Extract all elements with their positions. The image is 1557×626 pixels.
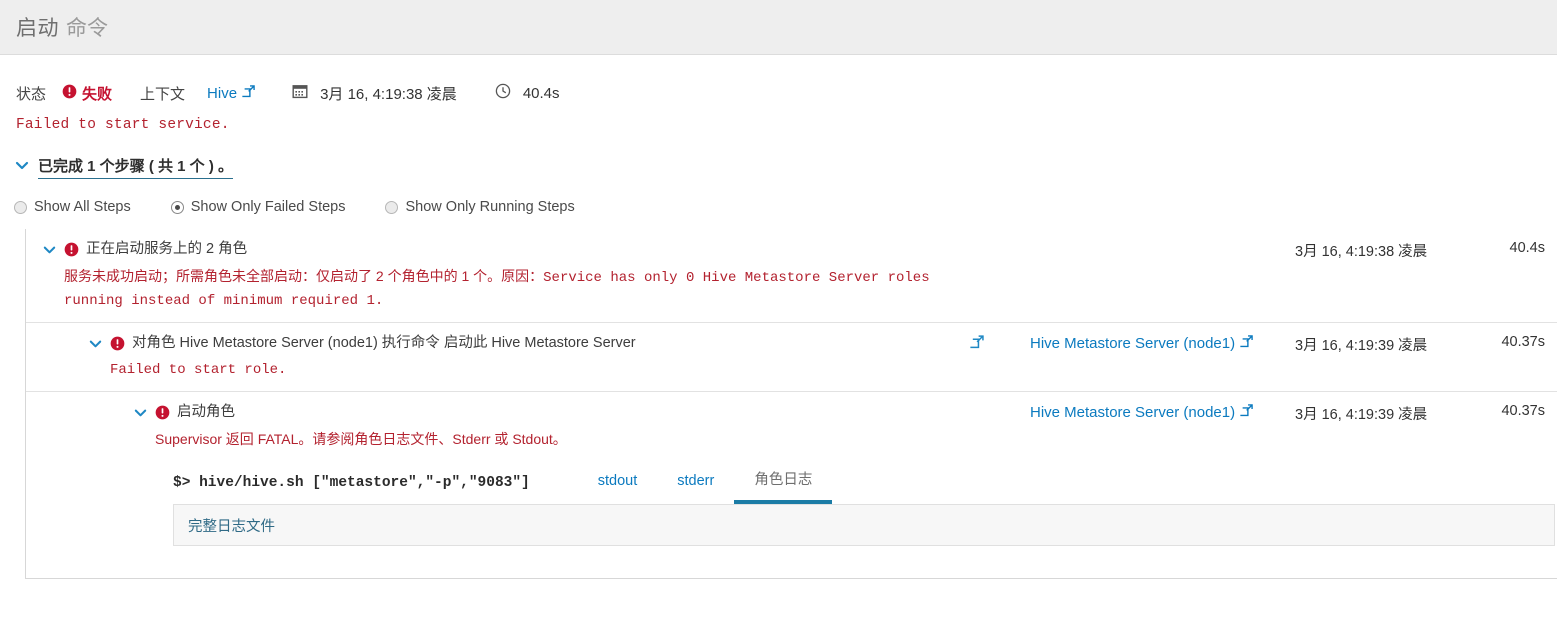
chevron-down-icon[interactable] <box>42 239 57 263</box>
error-icon <box>62 84 77 103</box>
step-header: 对角色 Hive Metastore Server (node1) 执行命令 启… <box>88 333 970 357</box>
step-meta: Hive Metastore Server (node1) 3月 16, 4:1… <box>970 392 1557 578</box>
step-detail: Failed to start role. <box>88 360 970 381</box>
radio-label: Show Only Failed Steps <box>191 199 346 215</box>
radio-label: Show All Steps <box>34 199 131 215</box>
service-error-message: Failed to start service. <box>16 117 1557 133</box>
role-link-hive-metastore-server[interactable]: Hive Metastore Server (node1) <box>1030 334 1254 352</box>
step-title: 启动角色 <box>177 402 235 422</box>
tab-role-log[interactable]: 角色日志 <box>734 462 832 504</box>
status-label: 状态 <box>16 83 46 104</box>
step-content: 对角色 Hive Metastore Server (node1) 执行命令 启… <box>26 323 970 391</box>
tab-stderr[interactable]: stderr <box>657 467 734 504</box>
external-link-icon <box>1240 334 1254 352</box>
radio-show-all-steps[interactable]: Show All Steps <box>14 199 131 215</box>
steps-container: 正在启动服务上的 2 角色 服务未成功启动；所需角色未全部启动：仅启动了 2 个… <box>25 229 1557 579</box>
start-timestamp: 3月 16, 4:19:38 凌晨 <box>320 83 457 104</box>
context-label: 上下文 <box>140 83 185 104</box>
duration-value: 40.4s <box>523 85 560 102</box>
step-content: 启动角色 Supervisor 返回 FATAL。请参阅角色日志文件、Stder… <box>26 392 970 578</box>
step-detail: Supervisor 返回 FATAL。请参阅角色日志文件、Stderr 或 S… <box>133 429 970 450</box>
external-link-icon <box>970 336 985 353</box>
step-duration: 40.37s <box>1495 334 1557 350</box>
step-detail-cn: 服务未成功启动；所需角色未全部启动：仅启动了 2 个角色中的 1 个。原因： <box>64 268 543 284</box>
role-link-label: Hive Metastore Server (node1) <box>1030 404 1235 421</box>
steps-summary-toggle[interactable]: 已完成 1 个步骤 ( 共 1 个 ) 。 <box>14 155 233 179</box>
page-title: 启动 <box>16 12 59 42</box>
command-text: $> hive/hive.sh ["metastore","-p","9083"… <box>173 475 530 504</box>
clock-icon <box>495 83 511 103</box>
error-icon <box>64 239 79 263</box>
log-tabs: stdout stderr 角色日志 <box>578 462 833 504</box>
role-link-label: Hive Metastore Server (node1) <box>1030 335 1235 352</box>
context-hive-link[interactable]: Hive <box>207 84 256 102</box>
context-hive-label: Hive <box>207 85 237 102</box>
chevron-down-icon <box>14 157 30 178</box>
table-row: 对角色 Hive Metastore Server (node1) 执行命令 启… <box>26 322 1557 391</box>
page-title-suffix: 命令 <box>66 12 108 42</box>
command-line-row: $> hive/hive.sh ["metastore","-p","9083"… <box>173 462 970 504</box>
tab-stdout[interactable]: stdout <box>578 467 658 504</box>
chevron-down-icon[interactable] <box>133 402 148 426</box>
error-icon <box>155 402 170 426</box>
radio-show-only-running-steps[interactable]: Show Only Running Steps <box>385 199 574 215</box>
radio-indicator <box>14 201 27 214</box>
command-block-spacer <box>173 546 970 568</box>
radio-label: Show Only Running Steps <box>405 199 574 215</box>
step-detail: 服务未成功启动；所需角色未全部启动：仅启动了 2 个角色中的 1 个。原因：Se… <box>42 266 970 312</box>
table-row: 启动角色 Supervisor 返回 FATAL。请参阅角色日志文件、Stder… <box>26 391 1557 578</box>
radio-indicator <box>385 201 398 214</box>
role-link-hive-metastore-server[interactable]: Hive Metastore Server (node1) <box>1030 403 1254 421</box>
step-timestamp: 3月 16, 4:19:39 凌晨 <box>1295 403 1495 424</box>
step-title: 正在启动服务上的 2 角色 <box>86 239 247 259</box>
step-header: 启动角色 <box>133 402 970 426</box>
step-title: 对角色 Hive Metastore Server (node1) 执行命令 启… <box>132 333 636 353</box>
external-link-icon <box>242 84 256 102</box>
steps-summary-label: 已完成 1 个步骤 ( 共 1 个 ) 。 <box>38 155 233 179</box>
step-content: 正在启动服务上的 2 角色 服务未成功启动；所需角色未全部启动：仅启动了 2 个… <box>26 229 970 322</box>
status-line: 状态 失败 上下文 Hive <box>0 73 1557 113</box>
calendar-icon <box>292 83 308 103</box>
radio-show-only-failed-steps[interactable]: Show Only Failed Steps <box>171 199 346 215</box>
external-link-icon <box>1240 403 1254 421</box>
step-meta: 3月 16, 4:19:38 凌晨 40.4s <box>970 229 1557 322</box>
status-badge: 失败 <box>62 83 112 104</box>
step-role-link-wrap: Hive Metastore Server (node1) <box>1030 334 1295 352</box>
error-icon <box>110 333 125 357</box>
full-log-file-link[interactable]: 完整日志文件 <box>188 515 275 536</box>
step-timestamp: 3月 16, 4:19:39 凌晨 <box>1295 334 1495 355</box>
window-titlebar: 启动 命令 <box>0 0 1557 55</box>
step-filter-group: Show All Steps Show Only Failed Steps Sh… <box>14 199 1557 215</box>
step-timestamp: 3月 16, 4:19:38 凌晨 <box>1295 240 1495 261</box>
command-block: $> hive/hive.sh ["metastore","-p","9083"… <box>133 450 970 568</box>
status-value: 失败 <box>82 83 112 104</box>
step-role-link-wrap: Hive Metastore Server (node1) <box>1030 403 1295 421</box>
step-header: 正在启动服务上的 2 角色 <box>42 239 970 263</box>
step-duration: 40.37s <box>1495 403 1557 419</box>
step-duration: 40.4s <box>1495 240 1557 256</box>
step-external-link[interactable] <box>970 334 1030 354</box>
table-row: 正在启动服务上的 2 角色 服务未成功启动；所需角色未全部启动：仅启动了 2 个… <box>26 229 1557 322</box>
step-meta: Hive Metastore Server (node1) 3月 16, 4:1… <box>970 323 1557 391</box>
chevron-down-icon[interactable] <box>88 333 103 357</box>
radio-indicator <box>171 201 184 214</box>
